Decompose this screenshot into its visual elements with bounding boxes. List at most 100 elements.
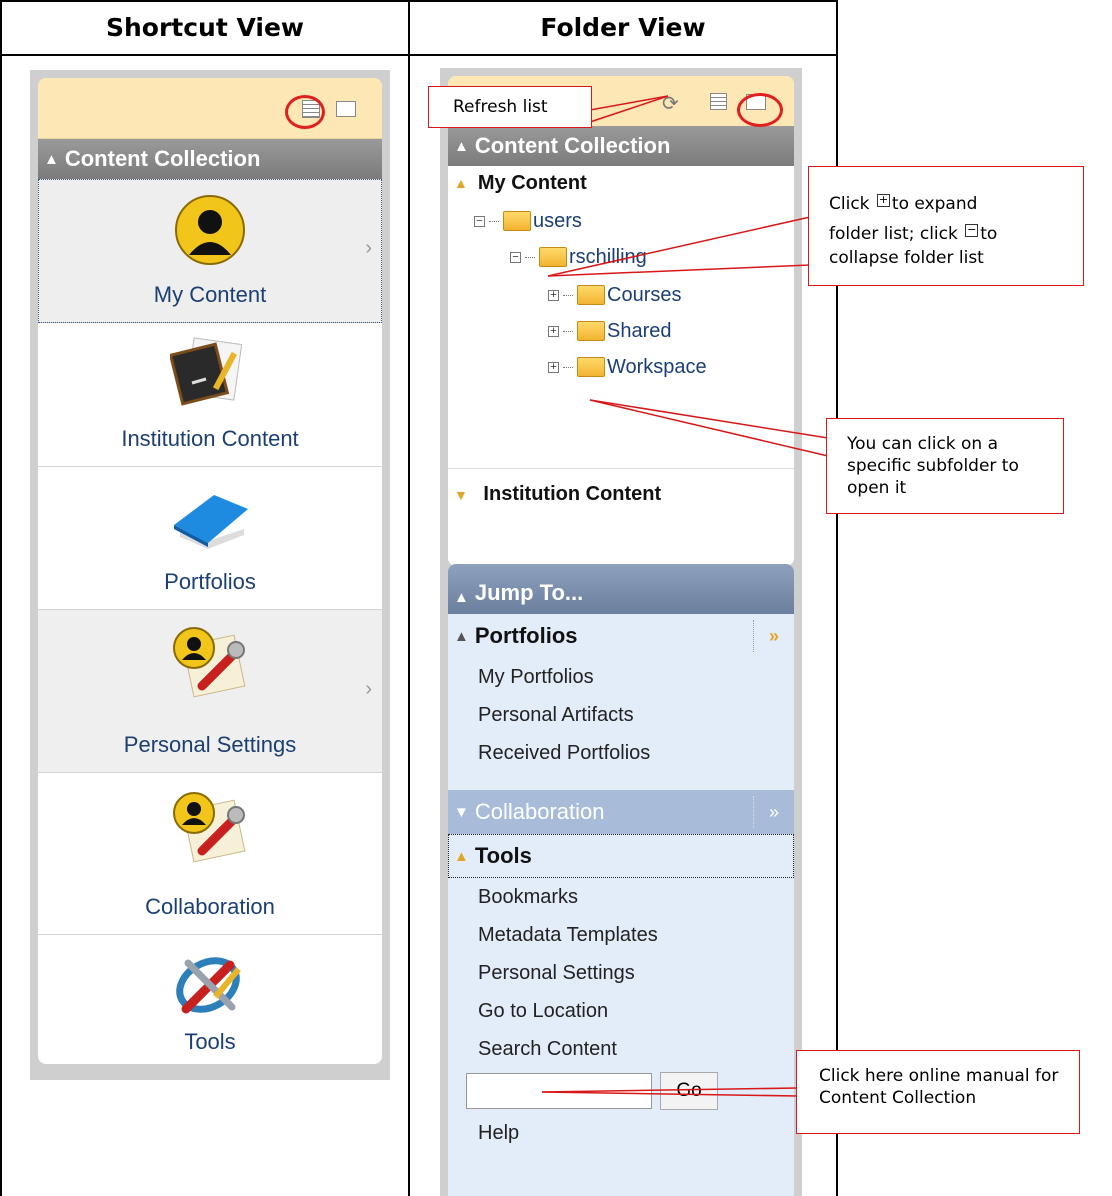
institution-content-node[interactable]: ▼ Institution Content bbox=[448, 468, 794, 506]
link-metadata-templates[interactable]: Metadata Templates bbox=[448, 916, 794, 954]
link-personal-artifacts[interactable]: Personal Artifacts bbox=[448, 696, 794, 734]
expanded-chevron-icon: ▲ bbox=[454, 175, 468, 191]
institution-content-label: Institution Content bbox=[483, 483, 662, 505]
tree-connector bbox=[563, 294, 573, 296]
folder-view-icon[interactable] bbox=[336, 101, 356, 117]
content-collection-box: ⟳ ▲ Content Collection ▲ My Content − us… bbox=[448, 76, 794, 566]
tree-connector bbox=[563, 330, 573, 332]
tile-label: Institution Content bbox=[121, 426, 299, 451]
callout-text: You can click on a specific subfolder to… bbox=[847, 434, 1019, 498]
callout-help: Click here online manual for Content Col… bbox=[796, 1050, 1080, 1134]
tree-node-users[interactable]: − users bbox=[474, 206, 582, 236]
callout-subfolder: You can click on a specific subfolder to… bbox=[826, 418, 1064, 514]
link-help[interactable]: Help bbox=[448, 1114, 794, 1152]
expand-icon[interactable]: + bbox=[548, 361, 559, 373]
collapse-chevron-icon: ▲ bbox=[454, 137, 469, 155]
tree-node-shared[interactable]: + Shared bbox=[548, 316, 672, 346]
go-button[interactable]: Go bbox=[660, 1072, 718, 1110]
folder-view-highlight bbox=[737, 93, 783, 127]
tree-node-courses[interactable]: + Courses bbox=[548, 280, 681, 310]
link-go-to-location[interactable]: Go to Location bbox=[448, 992, 794, 1030]
callout-text: Refresh list bbox=[453, 97, 548, 117]
tile-label: Portfolios bbox=[164, 569, 256, 594]
portfolios-header[interactable]: ▲ Portfolios » bbox=[448, 614, 794, 658]
shortcut-view-panel: ▲ Content Collection › My Content Instit… bbox=[30, 70, 390, 1080]
tile-portfolios[interactable]: Portfolios bbox=[38, 467, 382, 610]
tile-label: My Content bbox=[153, 282, 267, 307]
folder-icon bbox=[577, 285, 605, 305]
my-content-node[interactable]: ▲ My Content bbox=[454, 168, 587, 198]
tree-connector bbox=[489, 220, 499, 222]
folder-view-panel: ⟳ ▲ Content Collection ▲ My Content − us… bbox=[440, 68, 802, 1196]
callout-text: to expand bbox=[891, 194, 978, 214]
link-received-portfolios[interactable]: Received Portfolios bbox=[448, 734, 794, 772]
my-content-label: My Content bbox=[477, 171, 587, 194]
collapse-chevron-icon: ▲ bbox=[44, 150, 59, 168]
collapse-icon: − bbox=[965, 223, 979, 237]
collapse-chevron-icon: ▲ bbox=[454, 847, 469, 865]
tile-label: Personal Settings bbox=[123, 732, 297, 757]
chalkboard-icon bbox=[170, 337, 243, 406]
user-silhouette-icon bbox=[175, 195, 245, 265]
view-toggle-bar bbox=[38, 78, 382, 139]
folder-icon bbox=[503, 211, 531, 231]
tree-connector bbox=[563, 366, 573, 368]
tile-my-content[interactable]: › My Content bbox=[38, 179, 382, 323]
callout-text: to bbox=[980, 224, 998, 244]
tree-node-rschilling[interactable]: − rschilling bbox=[510, 242, 647, 272]
callout-text: collapse folder list bbox=[829, 248, 984, 268]
folder-label: users bbox=[533, 209, 582, 232]
tile-institution-content[interactable]: Institution Content bbox=[38, 323, 382, 467]
user-tools-icon bbox=[173, 627, 246, 698]
folder-view-header: Folder View bbox=[540, 12, 706, 42]
tile-personal-settings[interactable]: › Personal Settings bbox=[38, 610, 382, 773]
link-my-portfolios[interactable]: My Portfolios bbox=[448, 658, 794, 696]
blue-folder-icon bbox=[174, 495, 248, 549]
folder-label: Courses bbox=[607, 283, 682, 306]
chevron-right-icon: › bbox=[365, 678, 372, 700]
content-collection-header[interactable]: ▲ Content Collection bbox=[38, 139, 382, 179]
callout-text: Click here online manual for Content Col… bbox=[819, 1066, 1059, 1108]
link-bookmarks[interactable]: Bookmarks bbox=[448, 878, 794, 916]
double-chevron-right-icon[interactable]: » bbox=[753, 796, 794, 828]
tile-label: Collaboration bbox=[145, 894, 275, 919]
folder-label: Shared bbox=[607, 319, 672, 342]
collapse-chevron-icon: ▲ bbox=[454, 589, 469, 606]
content-collection-title: Content Collection bbox=[474, 133, 671, 158]
collapse-icon[interactable]: − bbox=[510, 251, 521, 263]
shortcut-view-header: Shortcut View bbox=[105, 12, 305, 42]
link-search-content[interactable]: Search Content bbox=[448, 1030, 794, 1068]
list-view-highlight bbox=[285, 95, 325, 129]
expand-icon: + bbox=[876, 193, 890, 207]
tools-icon bbox=[176, 957, 241, 1014]
portfolios-title: Portfolios bbox=[474, 623, 578, 648]
folder-label: rschilling bbox=[569, 245, 647, 268]
table-border-left bbox=[0, 0, 2, 1196]
refresh-icon[interactable]: ⟳ bbox=[662, 91, 679, 116]
collapse-chevron-icon: ▲ bbox=[454, 627, 469, 645]
tile-label: Tools bbox=[184, 1029, 236, 1054]
folder-icon bbox=[577, 357, 605, 377]
tools-header[interactable]: ▲ Tools bbox=[448, 834, 794, 878]
expand-icon[interactable]: + bbox=[548, 325, 559, 337]
collaboration-header[interactable]: ▼ Collaboration » bbox=[448, 790, 794, 834]
tree-node-workspace[interactable]: + Workspace bbox=[548, 352, 707, 382]
search-row: Go bbox=[448, 1068, 794, 1110]
expand-chevron-icon: ▼ bbox=[454, 487, 468, 503]
double-chevron-right-icon[interactable]: » bbox=[753, 620, 794, 652]
collapse-icon[interactable]: − bbox=[474, 215, 485, 227]
search-input[interactable] bbox=[466, 1073, 652, 1109]
expand-icon[interactable]: + bbox=[548, 289, 559, 301]
callout-text: Click bbox=[829, 194, 870, 214]
callout-refresh-list: Refresh list bbox=[428, 86, 592, 128]
list-view-icon[interactable] bbox=[710, 93, 727, 110]
tile-collaboration[interactable]: Collaboration bbox=[38, 773, 382, 935]
link-personal-settings[interactable]: Personal Settings bbox=[448, 954, 794, 992]
jump-to-header[interactable]: ▲ Jump To... bbox=[448, 564, 794, 614]
content-collection-header[interactable]: ▲ Content Collection bbox=[448, 126, 794, 166]
tools-title: Tools bbox=[474, 843, 532, 868]
table-header-divider bbox=[0, 54, 838, 56]
tile-tools[interactable]: Tools bbox=[38, 935, 382, 1064]
callout-line-3: collapse folder list bbox=[829, 249, 1083, 267]
callout-line-1: Click + to expand bbox=[829, 189, 1083, 219]
